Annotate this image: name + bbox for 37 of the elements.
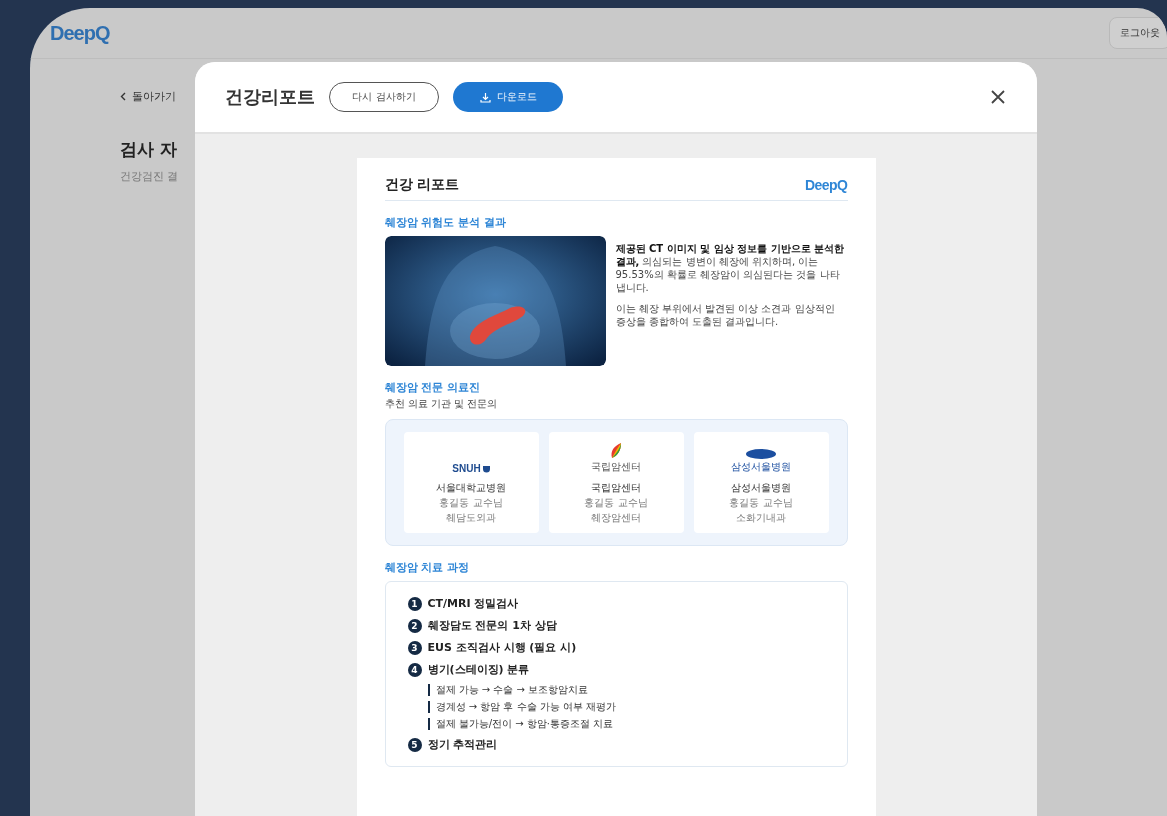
section-heading: 췌장암 전문 의료진	[384, 380, 482, 395]
step-label: CT/MRI 정밀검사	[427, 596, 519, 611]
step-label: EUS 조직검사 시행 (필요 시)	[427, 640, 577, 655]
step-label: 췌장담도 전문의 1차 상담	[427, 618, 557, 633]
section-subheading: 추천 의료 기관 및 전문의	[384, 397, 499, 411]
step-number: 5	[407, 737, 422, 752]
substep-label: 절제 불가능/전이 → 항암·통증조절 치료	[427, 718, 825, 730]
step-label: 병기(스테이징) 분류	[427, 662, 530, 677]
doctor-name: 홍길동 교수님	[439, 496, 503, 510]
section-heading: 췌장암 위험도 분석 결과	[384, 215, 507, 230]
report-title: 건강 리포트	[384, 176, 460, 194]
step-number: 3	[407, 640, 422, 655]
section-heading: 췌장암 치료 과정	[384, 560, 471, 575]
step-number: 4	[407, 662, 422, 677]
analysis-text: 이는 췌장 부위에서 발견된 이상 소견과 임상적인 증상을 종합하여 도출된 결과입니다.	[615, 302, 836, 328]
step-number: 1	[407, 596, 422, 611]
doctor-name: 홍길동 교수님	[729, 496, 793, 510]
doctor-name: 홍길동 교수님	[584, 496, 648, 510]
hospital-name: 서울대학교병원	[436, 481, 506, 495]
modal-title: 건강리포트	[225, 85, 315, 109]
substep-label: 절제 가능 → 수술 → 보조항암치료	[427, 684, 825, 696]
app-logo: DeepQ	[50, 21, 110, 45]
logo-text: 삼성서울병원	[731, 460, 791, 474]
page-subtitle: 건강검진 결	[120, 169, 180, 184]
hospital-logo: SNUH	[452, 463, 490, 474]
hospital-name: 국립암센터	[591, 481, 641, 495]
department-name: 소화기내과	[736, 511, 786, 525]
step-number: 2	[407, 618, 422, 633]
department-name: 췌장암센터	[591, 511, 641, 525]
logo-text: 국립암센터	[591, 460, 641, 474]
department-name: 췌담도외과	[446, 511, 496, 525]
page-title: 검사 자	[120, 138, 178, 161]
hospital-name: 삼성서울병원	[731, 481, 791, 495]
substep-label: 경계성 → 항암 후 수술 가능 여부 재평가	[427, 701, 825, 713]
report-logo: DeepQ	[804, 177, 848, 193]
step-label: 정기 추적관리	[427, 737, 498, 752]
analysis-text: 제공된 CT 이미지 및 임상 정보를 기반으로 분석한 결과, 의심되는 병변이 췌장에 위치하며, 이는 95.53%의 확률로 췌장암이 의심된다는 것을 나타냅니다.	[615, 242, 846, 294]
